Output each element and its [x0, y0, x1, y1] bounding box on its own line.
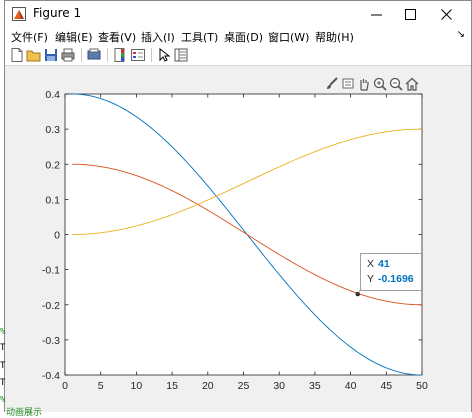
legend-icon[interactable]	[130, 47, 146, 63]
figure-canvas: 0 5 10 15 20 25 30 35 40 45 50 0.4 0.3 0.2 0.1 0 -0.1 -0.…	[5, 66, 471, 412]
datatip-marker[interactable]	[355, 291, 360, 297]
x-tick-label: 10	[131, 380, 143, 392]
bg-text-mark: T	[0, 361, 6, 371]
y-tick-label: -0.4	[42, 370, 60, 382]
menu-view[interactable]: 查看(V)	[98, 29, 136, 45]
y-tick-label: -0.2	[42, 300, 60, 312]
window-title: Figure 1	[33, 6, 82, 20]
toolbar-separator	[151, 48, 152, 62]
menu-help[interactable]: 帮助(H)	[315, 29, 354, 45]
menu-bar: 文件(F) 编辑(E) 查看(V) 插入(I) 工具(T) 桌面(D) 窗口(W…	[5, 27, 471, 45]
menu-tools[interactable]: 工具(T)	[181, 29, 218, 45]
figure-toolbar	[5, 45, 471, 66]
close-button[interactable]	[429, 1, 463, 27]
menu-file[interactable]: 文件(F)	[11, 29, 48, 45]
x-tick-label: 15	[166, 380, 178, 392]
x-tick-label: 35	[309, 380, 321, 392]
bg-text-mark: T	[0, 343, 6, 353]
save-icon[interactable]	[43, 47, 59, 63]
datatip-box[interactable]: X 41 Y -0.1696	[360, 253, 422, 291]
y-tick-label: 0.1	[45, 194, 60, 206]
x-tick-label: 5	[98, 380, 104, 392]
print-preview-icon[interactable]	[86, 47, 102, 63]
axes-background	[64, 93, 423, 376]
figure-window: Figure 1 文件(F) 编辑(E) 查看(V) 插入(I) 工具(T) 桌…	[4, 0, 472, 412]
y-tick-label: 0	[54, 230, 60, 242]
bg-comment-mark: %	[0, 327, 6, 337]
open-file-icon[interactable]	[26, 47, 42, 63]
menu-insert[interactable]: 插入(I)	[141, 29, 175, 45]
minimize-icon	[370, 14, 382, 15]
x-tick-label: 30	[273, 380, 285, 392]
x-tick-label: 45	[380, 380, 392, 392]
axes[interactable]: 0 5 10 15 20 25 30 35 40 45 50 0.4 0.3 0.2 0.1 0 -0.1 -0.…	[5, 66, 471, 412]
x-tick-label: 0	[62, 380, 68, 392]
bg-comment-mark: %	[0, 395, 6, 405]
matlab-figure-icon	[12, 7, 26, 21]
y-tick-label: -0.3	[42, 335, 60, 347]
y-tick-label: 0.3	[45, 124, 60, 136]
y-tick-label: -0.1	[42, 265, 60, 277]
title-bar: Figure 1	[5, 1, 471, 27]
new-figure-icon[interactable]	[9, 47, 25, 63]
menu-window[interactable]: 窗口(W)	[268, 29, 309, 45]
x-tick-label: 25	[238, 380, 250, 392]
bg-text-mark: T	[0, 378, 6, 388]
colorbar-icon[interactable]	[112, 47, 128, 63]
maximize-icon	[404, 8, 416, 20]
select-arrow-icon[interactable]	[156, 47, 172, 63]
x-tick-label: 50	[416, 380, 428, 392]
x-tick-label: 40	[345, 380, 357, 392]
datatip-y-value: -0.1696	[378, 273, 414, 285]
datatip-x-label: X	[367, 258, 375, 270]
toolbar-separator	[81, 48, 82, 62]
y-tick-label: 0.4	[45, 89, 60, 101]
minimize-button[interactable]	[359, 1, 393, 27]
datatip-x-value: 41	[378, 258, 390, 270]
datatip-y-label: Y	[367, 273, 375, 285]
y-tick-label: 0.2	[45, 159, 60, 171]
toolbar-separator	[107, 48, 108, 62]
close-icon	[440, 8, 452, 20]
menu-edit[interactable]: 编辑(E)	[55, 29, 93, 45]
menu-overflow-icon[interactable]: ↘	[457, 29, 465, 40]
x-tick-label: 20	[202, 380, 214, 392]
menu-desktop[interactable]: 桌面(D)	[224, 29, 263, 45]
print-icon[interactable]	[60, 47, 76, 63]
bg-comment-text: 动画展示	[6, 408, 43, 418]
property-inspector-icon[interactable]	[173, 47, 189, 63]
maximize-button[interactable]	[393, 1, 427, 27]
